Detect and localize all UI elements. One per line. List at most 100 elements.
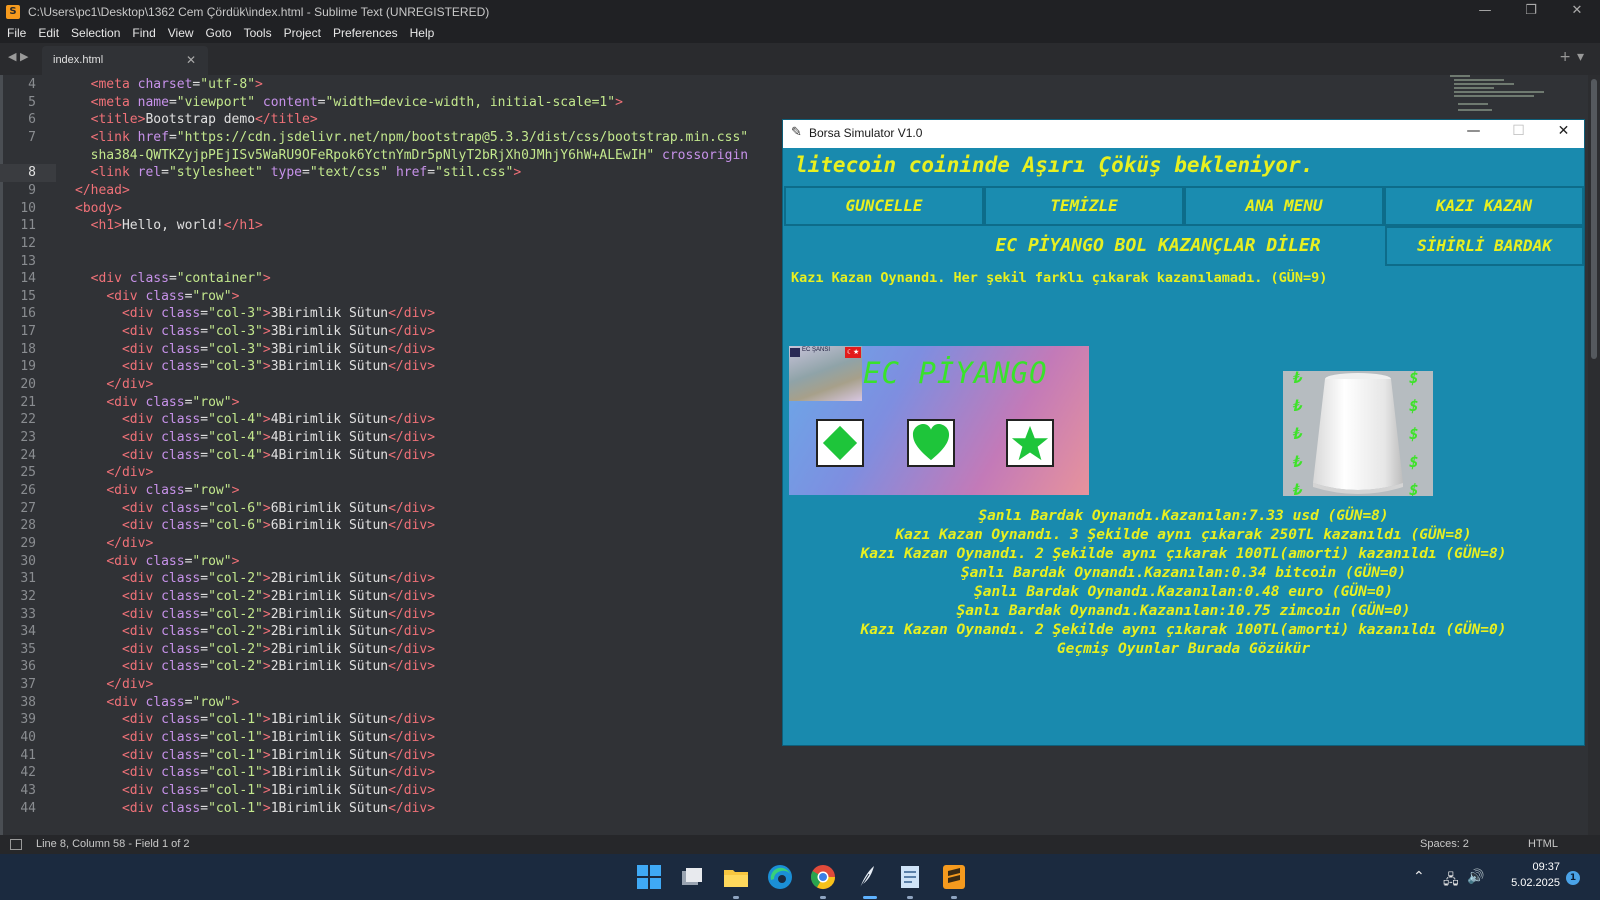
chevron-up-icon[interactable]: ⌃ [1413,869,1425,885]
code-line: <div class="col-2">2Birimlik Sütun</div> [121,659,436,675]
scratch-card-heart [907,419,955,467]
tab-index-html[interactable]: index.html ✕ [42,46,208,75]
menu-edit[interactable]: Edit [38,26,59,40]
menu-tools[interactable]: Tools [244,26,272,40]
minimize-icon[interactable]: — [1462,0,1508,23]
code-line: <div class="col-1">1Birimlik Sütun</div> [121,800,436,816]
code-line: </div> [106,377,154,393]
line-number: 18 [20,341,36,357]
line-number: 13 [20,253,36,269]
menu-preferences[interactable]: Preferences [333,26,398,40]
code-line: <div class="col-3">3Birimlik Sütun</div> [121,341,436,357]
line-number: 30 [20,553,36,569]
code-line: </head> [75,182,130,198]
code-line: <div class="col-2">2Birimlik Sütun</div> [121,588,436,604]
panel-toggle-icon[interactable] [10,839,22,850]
code-line: <div class="row"> [106,482,240,498]
history-placeholder: Geçmiş Oyunlar Burada Gözükür [1056,641,1311,657]
tab-nav-arrows-icon[interactable]: ◀ ▶ [8,50,28,63]
line-number-gutter: 4 5 6 7 8 9 10 11 12 13 14 15 16 17 18 19 20 21 22 23 24 25 26… [0,75,56,835]
python-feather-icon[interactable] [851,862,881,892]
new-tab-and-dropdown-icon[interactable]: +▾ [1559,49,1590,65]
code-line: <div class="col-1">1Birimlik Sütun</div> [121,747,436,763]
edge-icon[interactable] [765,862,795,892]
system-clock[interactable]: 09:37 5.02.2025 [1500,859,1560,891]
line-number: 22 [20,412,36,428]
line-number: 28 [20,518,36,534]
history-item: Şanlı Bardak Oynandı.Kazanılan:10.75 zim… [956,603,1411,619]
line-number: 27 [20,500,36,516]
line-number: 37 [20,677,36,693]
menu-goto[interactable]: Goto [206,26,232,40]
line-number: 17 [20,324,36,340]
scrollbar-thumb[interactable] [1591,79,1597,359]
borsa-titlebar: ✎ Borsa Simulator V1.0 — ☐ ✕ [783,120,1584,148]
lottery-title: EC PİYANGO [863,356,1048,390]
indentation-setting[interactable]: Spaces: 2 [1420,838,1469,850]
history-item: Kazı Kazan Oynandı. 2 Şekilde aynı çıkar… [860,622,1507,638]
code-line: sha384-QWTKZyjpPEjISv5WaRU9OFeRpok6YctnY… [90,147,749,163]
sihirli-bardak-button[interactable]: SİHİRLİ BARDAK [1385,226,1584,266]
restore-icon[interactable]: ❐ [1508,0,1554,23]
network-icon[interactable]: 🖧 [1443,869,1459,893]
guncelle-button[interactable]: GUNCELLE [784,186,984,226]
history-item: Şanlı Bardak Oynandı.Kazanılan:0.34 bitc… [960,565,1407,581]
menu-project[interactable]: Project [284,26,321,40]
line-number: 5 [28,94,36,110]
close-icon[interactable]: ✕ [1554,0,1600,23]
code-line: <div class="row"> [106,394,240,410]
ana-menu-button[interactable]: ANA MENU [1184,186,1384,226]
sublime-text-icon[interactable] [939,862,969,892]
borsa-window-title: Borsa Simulator V1.0 [809,126,923,140]
running-indicator [951,896,957,899]
running-indicator [907,896,913,899]
line-number: 31 [20,571,36,587]
line-number: 25 [20,465,36,481]
borsa-minimize-icon[interactable]: — [1451,123,1496,139]
menu-view[interactable]: View [168,26,194,40]
windows-start-icon[interactable] [634,862,664,892]
chrome-icon[interactable] [808,862,838,892]
line-number: 11 [20,218,36,234]
taskbar: ⌃ 🖧 🔊 09:37 5.02.2025 1 [0,854,1600,900]
history-item: Şanlı Bardak Oynandı.Kazanılan:7.33 usd … [978,508,1389,524]
code-line: <div class="col-6">6Birimlik Sütun</div> [121,500,436,516]
task-view-icon[interactable] [677,862,707,892]
menu-help[interactable]: Help [410,26,435,40]
notepad-icon[interactable] [895,862,925,892]
line-number: 21 [20,394,36,410]
menu-bar: File Edit Selection Find View Goto Tools… [0,23,1600,43]
menu-find[interactable]: Find [132,26,155,40]
last-game-info: Kazı Kazan Oynandı. Her şekil farklı çık… [791,270,1328,286]
tab-close-icon[interactable]: ✕ [186,53,196,67]
volume-icon[interactable]: 🔊 [1467,869,1484,885]
code-line: <div class="row"> [106,288,240,304]
clock-time: 09:37 [1532,861,1560,873]
vertical-scrollbar[interactable] [1588,75,1600,835]
magic-cup-image: ₺ ₺ ₺ ₺ ₺ $ $ $ $ $ [1283,371,1433,496]
line-number: 42 [20,765,36,781]
borsa-close-icon[interactable]: ✕ [1541,123,1586,139]
code-line: <div class="col-3">3Birimlik Sütun</div> [121,324,436,340]
menu-selection[interactable]: Selection [71,26,120,40]
temizle-button[interactable]: TEMİZLE [984,186,1184,226]
code-line: <div class="col-2">2Birimlik Sütun</div> [121,624,436,640]
code-line: <div class="col-3">3Birimlik Sütun</div> [121,359,436,375]
line-number: 12 [20,235,36,251]
kazi-kazan-button[interactable]: KAZI KAZAN [1384,186,1584,226]
borsa-button-row: GUNCELLE TEMİZLE ANA MENU KAZI KAZAN [784,186,1584,226]
history-item: Şanlı Bardak Oynandı.Kazanılan:0.48 euro… [973,584,1394,600]
tab-bar: ◀ ▶ index.html ✕ +▾ [0,43,1600,75]
code-line: </div> [106,535,154,551]
menu-file[interactable]: File [7,26,26,40]
line-number: 26 [20,482,36,498]
syntax-selector[interactable]: HTML [1528,838,1558,850]
history-item: Kazı Kazan Oynandı. 3 Şekilde aynı çıkar… [895,527,1472,543]
line-number: 43 [20,783,36,798]
code-line: <div class="col-1">1Birimlik Sütun</div> [121,783,436,798]
notification-badge[interactable]: 1 [1566,871,1580,885]
running-indicator [733,896,739,899]
borsa-maximize-icon: ☐ [1512,123,1525,139]
file-explorer-icon[interactable] [721,862,751,892]
borsa-simulator-window: ✎ Borsa Simulator V1.0 — ☐ ✕ litecoin co… [782,119,1585,746]
